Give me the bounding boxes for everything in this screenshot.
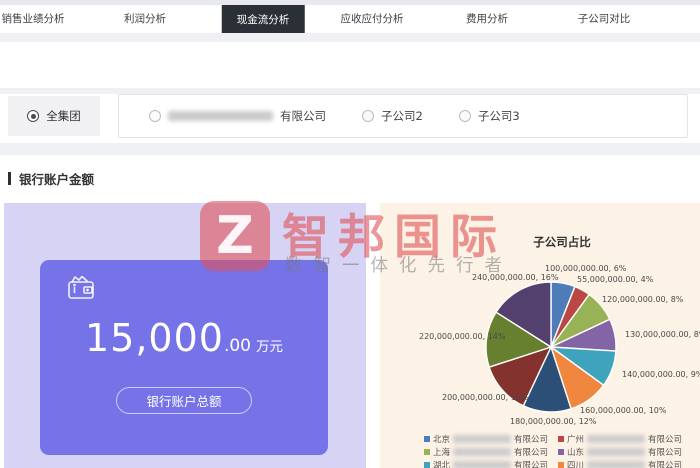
tab-cashflow-analysis[interactable]: 现金流分析 [222, 5, 305, 36]
legend-name-redacted [453, 448, 511, 456]
pie-label: 100,000,000.00, 6% [545, 264, 626, 273]
pie-label: 180,000,000.00, 12% [510, 417, 596, 426]
legend-suffix: 有限公司 [514, 459, 548, 468]
pie-label: 55,000,000.00, 4% [577, 275, 653, 284]
legend-suffix: 有限公司 [514, 433, 548, 445]
legend-item: 四川 有限公司 [558, 459, 682, 468]
pie-label: 140,000,000.00, 9% [622, 370, 700, 379]
legend-swatch [558, 462, 564, 468]
legend-swatch [558, 449, 564, 455]
pie-label: 240,000,000.00, 16% [472, 273, 558, 282]
legend-swatch [558, 436, 564, 442]
legend-prefix: 山东 [567, 446, 584, 458]
radio-selected-icon[interactable] [27, 110, 39, 122]
group-all-label: 全集团 [46, 108, 81, 124]
legend-item: 湖北 有限公司 [424, 459, 548, 468]
legend-suffix: 有限公司 [648, 446, 682, 458]
legend-name-redacted [587, 435, 645, 443]
pie-label: 130,000,000.00, 8% [625, 330, 700, 339]
dashboard-screen: 销售业绩分析 利润分析 现金流分析 应收应付分析 费用分析 子公司对比 ➔ 现金… [0, 0, 700, 468]
legend-item: 广州 有限公司 [558, 433, 682, 445]
divider-strip [0, 143, 700, 155]
legend-prefix: 北京 [433, 433, 450, 445]
section-header: 银行账户金额 [8, 169, 94, 188]
tab-subsidiary-compare[interactable]: 子公司对比 [578, 5, 631, 33]
tab-profit-analysis[interactable]: 利润分析 [124, 5, 166, 33]
pie-label: 200,000,000.00, 13% [442, 393, 528, 402]
subsidiary-share-panel: 子公司占比 100,000,000.00, 6% 55,000,000.00, … [380, 203, 700, 468]
legend-suffix: 有限公司 [648, 459, 682, 468]
legend-prefix: 广州 [567, 433, 584, 445]
pie-label: 120,000,000.00, 8% [602, 295, 683, 304]
subsidiary-2-label: 子公司2 [381, 108, 423, 124]
legend-swatch [424, 436, 430, 442]
amount-main: 15,000 [85, 316, 224, 360]
legend-name-redacted [587, 448, 645, 456]
tab-sales-analysis[interactable]: 销售业绩分析 [2, 5, 65, 33]
tab-receivable-payable[interactable]: 应收应付分析 [341, 5, 404, 33]
company-filter-row: 全集团 有限公司 子公司2 子公司3 [0, 94, 700, 143]
filter-subsidiary-3[interactable]: 子公司3 [459, 108, 520, 124]
toolbar: ➔ 现金流分析 上一年 20 年 ▲▼ 下一年 单位 [0, 42, 700, 88]
section-bar-icon [8, 172, 11, 185]
legend-prefix: 四川 [567, 459, 584, 468]
wallet-icon [66, 274, 96, 302]
legend-name-redacted [587, 461, 645, 468]
filter-subsidiary-2[interactable]: 子公司2 [362, 108, 423, 124]
bank-account-panel: 15,000.00 万元 银行账户总额 [4, 203, 366, 468]
account-amount: 15,000.00 万元 [40, 316, 328, 360]
company-suffix: 有限公司 [280, 108, 326, 124]
radio-icon[interactable] [149, 110, 161, 122]
legend-suffix: 有限公司 [648, 433, 682, 445]
legend-item: 山东 有限公司 [558, 446, 682, 458]
main-tabbar: 销售业绩分析 利润分析 现金流分析 应收应付分析 费用分析 子公司对比 [0, 5, 700, 33]
filter-group-all[interactable]: 全集团 [8, 96, 100, 136]
legend-name-redacted [453, 461, 511, 468]
pie-label: 220,000,000.00, 14% [419, 332, 505, 341]
legend-swatch [424, 449, 430, 455]
legend-swatch [424, 462, 430, 468]
section-title: 银行账户金额 [19, 169, 94, 188]
pie-label: 160,000,000.00, 10% [580, 406, 666, 415]
radio-icon[interactable] [362, 110, 374, 122]
legend-item: 上海 有限公司 [424, 446, 548, 458]
radio-icon[interactable] [459, 110, 471, 122]
filter-company-1[interactable]: 有限公司 [149, 108, 326, 124]
tab-expense-analysis[interactable]: 费用分析 [466, 5, 508, 33]
legend-prefix: 上海 [433, 446, 450, 458]
divider-strip [0, 33, 700, 42]
amount-decimal: .00 [224, 336, 251, 356]
legend-suffix: 有限公司 [514, 446, 548, 458]
bank-account-total-button[interactable]: 银行账户总额 [116, 387, 252, 414]
legend-name-redacted [453, 435, 511, 443]
amount-unit: 万元 [256, 339, 283, 355]
subsidiary-3-label: 子公司3 [478, 108, 520, 124]
bank-account-card: 15,000.00 万元 银行账户总额 [40, 260, 328, 455]
subsidiary-options-box: 有限公司 子公司2 子公司3 [118, 94, 688, 138]
company-name-redacted [168, 111, 273, 121]
legend-prefix: 湖北 [433, 459, 450, 468]
legend-item: 北京 有限公司 [424, 433, 548, 445]
